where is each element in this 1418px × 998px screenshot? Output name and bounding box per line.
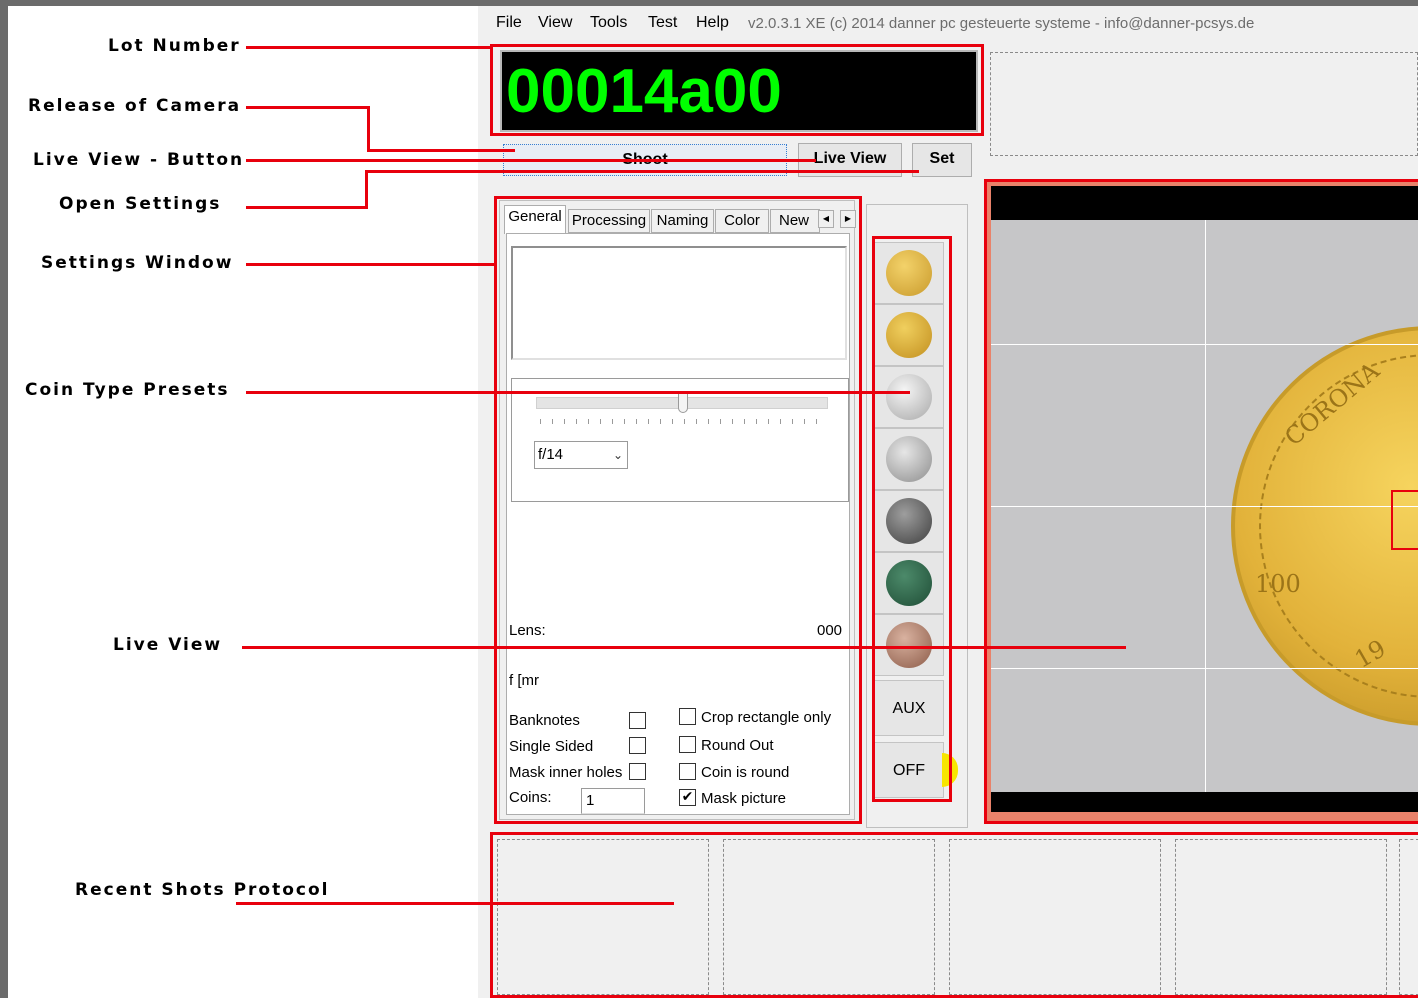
menu-tools[interactable]: Tools	[590, 14, 627, 32]
recent-shots-strip	[490, 832, 1418, 998]
label-live-view-button: Live View - Button	[33, 150, 245, 170]
coin-text-100: 100	[1255, 570, 1301, 598]
highlight-coin-presets	[872, 236, 952, 802]
label-settings-window: Settings Window	[41, 253, 234, 273]
grid-line-v1	[1205, 220, 1206, 792]
version-info: v2.0.3.1 XE (c) 2014 danner pc gesteuert…	[748, 15, 1255, 32]
connector-release-b	[367, 106, 370, 152]
label-lot-number: Lot Number	[108, 36, 241, 56]
menu-test[interactable]: Test	[648, 14, 677, 32]
connector-lot-number	[246, 46, 492, 49]
annotation-panel: Lot Number Release of Camera Live View -…	[8, 6, 478, 998]
label-coin-type-presets: Coin Type Presets	[25, 380, 230, 400]
connector-release-c	[367, 149, 515, 152]
set-button[interactable]: Set	[912, 143, 972, 177]
menu-file[interactable]: File	[496, 14, 522, 32]
menu-help[interactable]: Help	[696, 14, 729, 32]
connector-recent-shots	[236, 902, 674, 905]
recent-shot-slot[interactable]	[497, 839, 709, 995]
label-open-settings: Open Settings	[59, 194, 222, 214]
connector-open-settings-b	[365, 170, 368, 209]
label-recent-shots: Recent Shots Protocol	[75, 880, 330, 900]
label-release-camera: Release of Camera	[28, 96, 242, 116]
highlight-settings-window	[494, 196, 862, 824]
thumbnail-placeholder	[990, 52, 1418, 156]
highlight-lot-number	[490, 44, 984, 136]
connector-settings-window	[246, 263, 496, 266]
menu-bar: File View Tools Test Help v2.0.3.1 XE (c…	[478, 10, 1418, 38]
live-view-image: CORONA 100 19	[991, 220, 1418, 792]
recent-shot-slot[interactable]	[1399, 839, 1418, 995]
connector-live-view-button	[246, 159, 816, 162]
menu-view[interactable]: View	[538, 14, 572, 32]
gold-coin-image: CORONA 100 19	[1231, 326, 1418, 726]
recent-shot-slot[interactable]	[949, 839, 1161, 995]
connector-open-settings-c	[365, 170, 919, 173]
connector-open-settings-a	[246, 206, 368, 209]
crop-rectangle[interactable]	[1391, 490, 1418, 550]
connector-release-a	[246, 106, 370, 109]
recent-shot-slot[interactable]	[1175, 839, 1387, 995]
live-view-viewport[interactable]: CORONA 100 19	[991, 186, 1418, 812]
connector-coin-presets	[246, 391, 910, 394]
label-live-view: Live View	[113, 635, 223, 655]
connector-live-view	[242, 646, 1126, 649]
live-view-frame: CORONA 100 19	[984, 179, 1418, 824]
recent-shot-slot[interactable]	[723, 839, 935, 995]
